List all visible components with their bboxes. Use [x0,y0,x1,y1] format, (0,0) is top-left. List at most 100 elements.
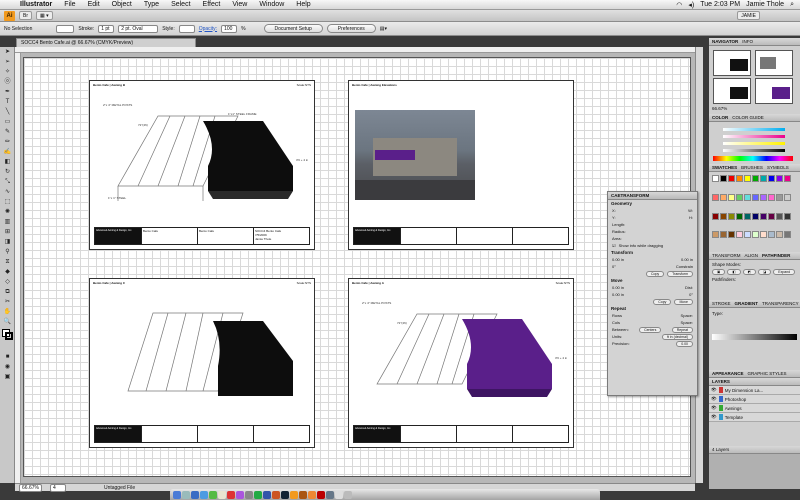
blob-brush-tool-icon[interactable]: ✍ [2,148,13,157]
volume-icon[interactable]: ◂) [688,1,694,9]
move-copy-button[interactable]: Copy [653,298,672,305]
draw-mode-icon[interactable]: ◉ [2,363,13,372]
swatch[interactable] [776,193,783,201]
swatch[interactable] [720,175,727,182]
eraser-tool-icon[interactable]: ◧ [2,158,13,167]
minus-front-button[interactable]: ◧ [727,269,741,275]
menu-object[interactable]: Object [106,1,138,8]
layer-row[interactable]: 👁 My Dimension La... [709,386,800,395]
k-slider[interactable] [723,149,785,152]
swatch[interactable] [744,212,751,220]
swatch[interactable] [720,193,727,201]
fill-swatch[interactable] [56,24,75,33]
cols-field[interactable]: Cols [612,320,620,325]
swatch[interactable] [760,193,767,201]
swatch[interactable] [712,231,719,239]
swatch[interactable] [752,193,759,201]
stroke-swatch-icon[interactable] [5,332,13,340]
menu-type[interactable]: Type [138,1,165,8]
swatch[interactable] [776,231,783,239]
tab-gradient[interactable]: GRADIENT [735,301,759,306]
line-tool-icon[interactable]: ╲ [2,108,13,117]
centers-select[interactable]: Centers [639,326,662,333]
style-field[interactable] [178,24,195,33]
dashboard-icon[interactable] [182,490,190,499]
navigator-panel-tabs[interactable]: NAVIGATOR INFO [709,38,800,46]
slice-tool-icon[interactable]: ✂ [2,298,13,307]
swatch[interactable] [752,231,759,239]
screen-mode-icon[interactable]: ▣ [2,373,13,382]
swatch[interactable] [752,175,759,182]
opacity-label[interactable]: Opacity: [199,26,217,32]
system-preferences-icon[interactable] [326,490,334,499]
move-button[interactable]: Move [674,298,693,305]
artboard-awning-b[interactable]: Bento Cafe | Awning B Scale:NTS 2"x 4" M… [89,80,315,250]
symbol-sprayer-tool-icon[interactable]: ✺ [2,208,13,217]
swatch[interactable] [736,212,743,220]
menu-file[interactable]: File [58,1,81,8]
swatch[interactable] [776,175,783,182]
intersect-button[interactable]: ◩ [742,269,756,275]
stacks-icon[interactable] [335,490,343,499]
tab-info[interactable]: INFO [742,39,753,44]
vertical-ruler[interactable] [15,53,21,483]
y-slider[interactable] [723,142,785,145]
swatch[interactable] [784,175,791,182]
swatch[interactable] [768,212,775,220]
repeat-button[interactable]: Repeat [671,326,693,333]
swatch[interactable] [712,175,719,182]
safari-icon[interactable] [200,490,208,499]
artboard-elevations[interactable]: Bento Cafe | Awning Elevations Advanced … [348,80,574,250]
photoshop-icon[interactable] [281,490,289,499]
swatch[interactable] [720,231,727,239]
layers-panel-tab[interactable]: LAYERS [709,378,800,386]
m-slider[interactable] [723,135,785,138]
canvas[interactable]: Bento Cafe | Awning B Scale:NTS 2"x 4" M… [15,47,695,483]
itunes-icon[interactable] [236,490,244,499]
swatch[interactable] [736,231,743,239]
swatch[interactable] [768,193,775,201]
precision-select[interactable]: 0.00 [676,340,693,347]
live-paint-selection-tool-icon[interactable]: ◇ [2,278,13,287]
menu-window[interactable]: Window [253,1,290,8]
firefox-icon[interactable] [308,490,316,499]
lasso-tool-icon[interactable]: ⓞ [2,78,13,87]
visibility-eye-icon[interactable]: 👁 [711,405,717,411]
document-setup-button[interactable]: Document Setup [263,24,323,33]
swatch[interactable] [744,231,751,239]
acrobat-icon[interactable] [317,490,325,499]
swatch-grid[interactable] [709,172,800,252]
artboard-awning-a[interactable]: Bento Cafe | Awning A Scale:NTS 2"x 4" M… [348,278,574,448]
finder-icon[interactable] [173,490,181,499]
navigator-preview[interactable] [709,46,800,106]
swatch[interactable] [768,175,775,182]
excel-icon[interactable] [254,490,262,499]
zoom-tool-icon[interactable]: 🔍 [2,318,13,327]
opacity-field[interactable]: 100 [221,24,238,33]
swatch[interactable] [728,175,735,182]
menu-effect[interactable]: Effect [197,1,227,8]
stroke-weight-field[interactable]: 1 pt [98,24,115,33]
warp-tool-icon[interactable]: ∿ [2,188,13,197]
units-select[interactable]: ft in (decimal) [661,333,693,340]
color-panel[interactable] [709,122,800,164]
scale-field[interactable]: 0.00 in [612,257,624,262]
panel-menu-icon[interactable]: ▤▾ [380,26,387,32]
c-slider[interactable] [723,128,785,131]
hand-tool-icon[interactable]: ✋ [2,308,13,317]
pathfinder-panel[interactable]: Shape Modes: ▣ ◧ ◩ ◪ Expand Pathfinders: [709,260,800,300]
workspace-switcher[interactable]: JAMIE [737,11,760,20]
preferences-button[interactable]: Preferences [326,24,376,33]
mesh-tool-icon[interactable]: ⊞ [2,228,13,237]
swatch[interactable] [712,193,719,201]
artboard-tool-icon[interactable]: ⧉ [2,288,13,297]
magic-wand-tool-icon[interactable]: ✧ [2,68,13,77]
word-icon[interactable] [263,490,271,499]
column-graph-tool-icon[interactable]: ▥ [2,218,13,227]
tab-transform[interactable]: TRANSFORM [712,253,741,258]
swatch[interactable] [760,175,767,182]
panel-tab[interactable]: CAETRANSFORM [608,192,697,200]
stroke-panel-tabs[interactable]: STROKE GRADIENT TRANSPARENCY [709,300,800,308]
swatch[interactable] [728,193,735,201]
menu-app[interactable]: Illustrator [14,1,58,8]
